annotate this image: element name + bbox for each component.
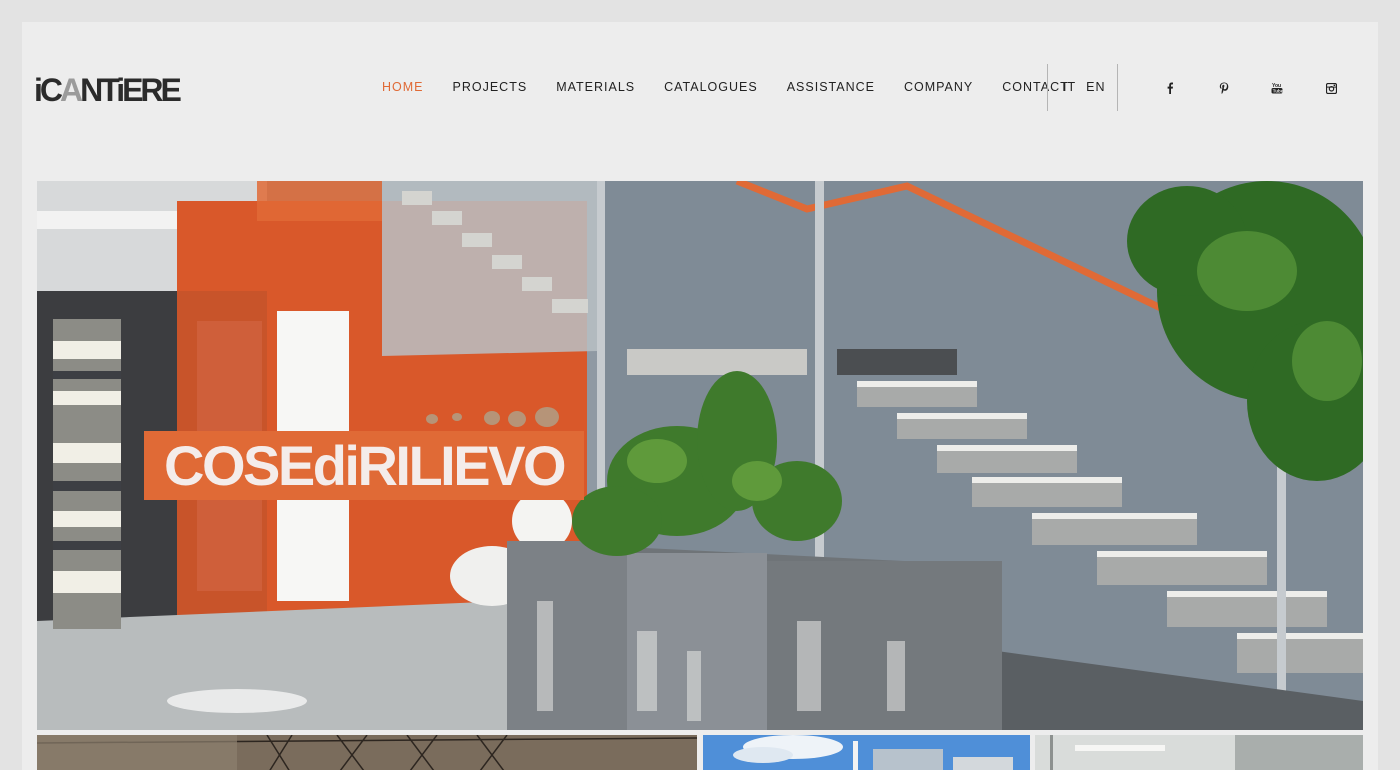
nav-item-assistance[interactable]: ASSISTANCE — [787, 80, 875, 94]
logo-text-part3: NTiERE — [80, 72, 182, 108]
facebook-icon[interactable] — [1162, 80, 1178, 96]
logo-text-part1: iC — [34, 72, 63, 108]
page: iCANTiERE HOME PROJECTS MATERIALS CATALO… — [22, 22, 1378, 770]
project-thumbnail-3[interactable] — [1035, 735, 1363, 770]
thumbnail-1-image — [37, 735, 697, 770]
lang-en-link[interactable]: EN — [1086, 80, 1105, 94]
hero-banner: COSEdiRILIEVO — [144, 431, 584, 500]
nav-item-home[interactable]: HOME — [382, 80, 424, 94]
nav-divider-left — [1047, 64, 1048, 111]
logo[interactable]: iCANTiERE — [34, 72, 182, 108]
language-switcher: IT EN — [1063, 80, 1105, 94]
pinterest-icon[interactable] — [1216, 80, 1232, 96]
hero-banner-text: COSEdiRILIEVO — [164, 433, 567, 497]
nav-divider-right — [1117, 64, 1118, 111]
nav-item-catalogues[interactable]: CATALOGUES — [664, 80, 758, 94]
logo-text-part2: A — [60, 72, 83, 108]
nav-item-contact[interactable]: CONTACT — [1002, 80, 1069, 94]
instagram-icon[interactable] — [1323, 80, 1339, 96]
nav-item-projects[interactable]: PROJECTS — [453, 80, 528, 94]
main-nav: HOME PROJECTS MATERIALS CATALOGUES ASSIS… — [382, 80, 1098, 94]
thumbnail-2-image — [703, 735, 1030, 770]
thumbnail-3-image — [1035, 735, 1363, 770]
youtube-icon[interactable]: You Tube — [1269, 80, 1285, 96]
lang-it-link[interactable]: IT — [1063, 80, 1076, 94]
nav-item-company[interactable]: COMPANY — [904, 80, 973, 94]
hero-image: COSEdiRILIEVO — [37, 181, 1363, 730]
project-thumbnail-2[interactable] — [703, 735, 1030, 770]
svg-text:Tube: Tube — [1273, 89, 1283, 94]
nav-item-materials[interactable]: MATERIALS — [556, 80, 635, 94]
project-thumbnail-1[interactable] — [37, 735, 697, 770]
